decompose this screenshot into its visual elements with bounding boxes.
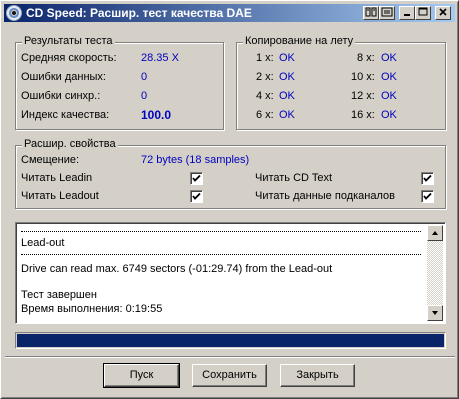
log-line: Время выполнения: 0:19:55: [21, 303, 163, 315]
log-output[interactable]: Lead-out Drive can read max. 6749 sector…: [15, 222, 446, 324]
title-bar[interactable]: CD Speed: Расшир. тест качества DAE: [4, 4, 455, 22]
log-line: Drive can read max. 6749 sectors (-01:29…: [21, 263, 333, 275]
avg-speed-label: Средняя скорость:: [21, 52, 117, 64]
speed-label: 12 x:: [351, 90, 375, 102]
scroll-down-button[interactable]: [427, 305, 443, 321]
speed-label: 1 x:: [256, 52, 274, 64]
log-separator: [21, 254, 421, 255]
offset-value: 72 bytes (18 samples): [141, 154, 250, 166]
dae-quality-test-window: CD Speed: Расшир. тест качества DAE Резу…: [0, 0, 459, 399]
button-divider: [5, 356, 455, 358]
read-subchannel-label: Читать данные подканалов: [255, 190, 395, 202]
read-leadin-label: Читать Leadin: [21, 172, 93, 184]
speed-label: 2 x:: [256, 71, 274, 83]
log-separator: [21, 231, 421, 232]
test-progress-bar: [15, 332, 446, 349]
checkmark-icon: [192, 174, 201, 182]
advanced-group-title: Расшир. свойства: [22, 138, 118, 150]
scroll-up-button[interactable]: [427, 225, 443, 241]
read-leadout-checkbox[interactable]: [190, 190, 203, 203]
speed-label: 8 x:: [357, 52, 375, 64]
log-line: Lead-out: [21, 237, 65, 249]
speed-status: OK: [279, 109, 295, 121]
speed-status: OK: [279, 71, 295, 83]
speed-label: 10 x:: [351, 71, 375, 83]
close-button[interactable]: Закрыть: [280, 364, 355, 387]
speed-label: 4 x:: [256, 90, 274, 102]
read-leadout-label: Читать Leadout: [21, 190, 99, 202]
speed-status: OK: [381, 109, 397, 121]
start-button[interactable]: Пуск: [103, 363, 180, 388]
speed-status: OK: [381, 52, 397, 64]
quality-index-value: 100.0: [141, 108, 172, 122]
read-leadin-checkbox[interactable]: [190, 172, 203, 185]
quality-index-label: Индекс качества:: [21, 109, 110, 121]
log-line: Тест завершен: [21, 289, 97, 301]
data-errors-value: 0: [141, 71, 148, 83]
sync-errors-value: 0: [141, 90, 148, 102]
offset-label: Смещение:: [21, 154, 80, 166]
arrow-down-icon: [432, 311, 438, 315]
speed-label: 16 x:: [351, 109, 375, 121]
speed-status: OK: [381, 71, 397, 83]
read-cd-text-checkbox[interactable]: [421, 172, 434, 185]
help-icon[interactable]: [379, 6, 395, 20]
arrow-up-icon: [432, 231, 438, 235]
read-subchannel-checkbox[interactable]: [421, 190, 434, 203]
close-icon[interactable]: [435, 6, 451, 20]
progress-fill: [17, 334, 444, 347]
results-group-title: Результаты теста: [22, 35, 115, 47]
speed-status: OK: [279, 90, 295, 102]
speed-status: OK: [279, 52, 295, 64]
data-errors-label: Ошибки данных:: [21, 71, 106, 83]
sync-errors-label: Ошибки синхр.:: [21, 90, 101, 102]
checkmark-icon: [423, 192, 432, 200]
read-cd-text-label: Читать CD Text: [255, 172, 333, 184]
log-scrollbar[interactable]: [427, 225, 443, 321]
save-button[interactable]: Сохранить: [192, 364, 267, 387]
copy-icon[interactable]: [363, 6, 379, 20]
cd-app-icon: [6, 5, 22, 21]
minimize-icon[interactable]: [399, 6, 415, 20]
checkmark-icon: [423, 174, 432, 182]
window-title: CD Speed: Расшир. тест качества DAE: [26, 6, 252, 20]
speed-status: OK: [381, 90, 397, 102]
checkmark-icon: [192, 192, 201, 200]
copy-on-the-fly-title: Копирование на лету: [243, 35, 356, 47]
maximize-icon[interactable]: [415, 6, 431, 20]
avg-speed-value: 28.35 X: [141, 52, 179, 64]
speed-label: 6 x:: [256, 109, 274, 121]
